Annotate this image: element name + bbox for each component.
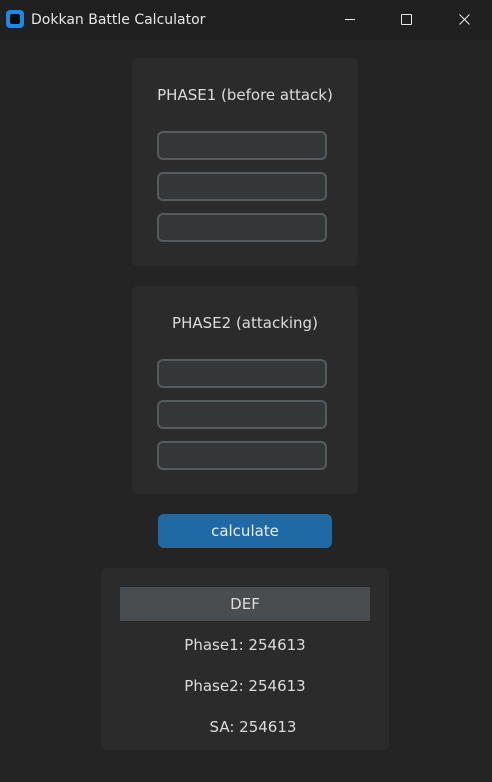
maximize-button[interactable] [376, 0, 436, 40]
app-icon [6, 10, 24, 28]
phase2-panel: PHASE2 (attacking) [132, 286, 358, 494]
phase2-input-1[interactable] [157, 359, 327, 388]
window-title: Dokkan Battle Calculator [31, 12, 206, 28]
close-icon [459, 14, 470, 25]
minimize-button[interactable] [320, 0, 380, 40]
title-bar: Dokkan Battle Calculator [0, 0, 492, 40]
phase1-input-3[interactable] [157, 213, 327, 242]
calculate-button[interactable]: calculate [158, 514, 332, 548]
def-header: DEF [120, 587, 370, 621]
phase1-panel: PHASE1 (before attack) [132, 58, 358, 266]
phase2-result: Phase2: 254613 [184, 677, 306, 695]
phase2-input-2[interactable] [157, 400, 327, 429]
phase1-input-2[interactable] [157, 172, 327, 201]
phase1-title: PHASE1 (before attack) [157, 86, 333, 104]
phase2-title: PHASE2 (attacking) [172, 314, 318, 332]
phase1-result: Phase1: 254613 [184, 636, 306, 654]
sa-result: SA: 254613 [209, 718, 297, 736]
close-button[interactable] [434, 0, 492, 40]
phase1-input-1[interactable] [157, 131, 327, 160]
results-panel: DEF Phase1: 254613 Phase2: 254613 SA: 25… [101, 568, 389, 750]
phase2-input-3[interactable] [157, 441, 327, 470]
